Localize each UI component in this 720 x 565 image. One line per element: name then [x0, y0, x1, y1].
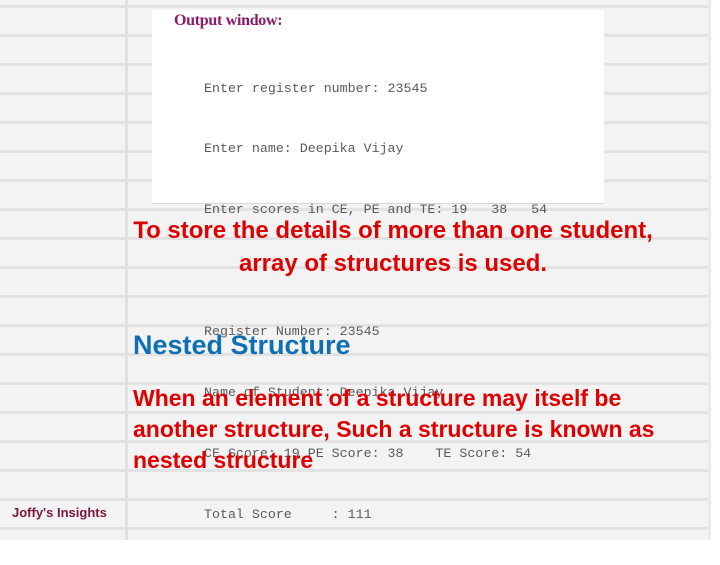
- console-line: Enter name: Deepika Vijay: [204, 141, 404, 157]
- section-heading: Nested Structure: [133, 330, 351, 360]
- output-window: Output window: Enter register number: 23…: [152, 10, 604, 522]
- nested-structure-definition: When an element of a structure may itsel…: [133, 385, 655, 473]
- console-line: Enter register number: 23545: [204, 80, 428, 96]
- margin-line: [125, 0, 128, 540]
- output-window-title: Output window:: [174, 12, 283, 29]
- array-of-structures-note: To store the details of more than one st…: [133, 217, 653, 277]
- paper-edge: [708, 0, 711, 540]
- footer-brand: Joffy's Insights: [12, 505, 107, 520]
- console-text: Enter register number: 23545 Enter name:…: [204, 38, 547, 565]
- console-line: Total Score : 111: [204, 506, 372, 522]
